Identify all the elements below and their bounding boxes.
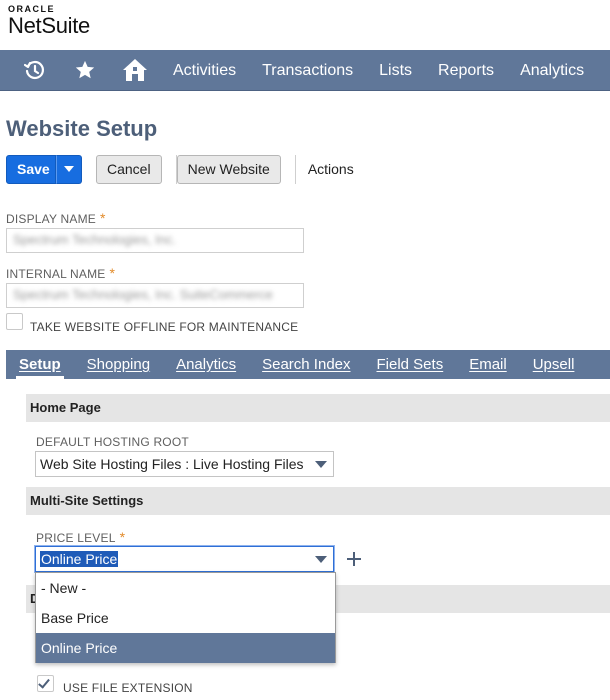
hosting-root-value: Web Site Hosting Files : Live Hosting Fi…	[40, 456, 304, 472]
price-level-label-text: PRICE LEVEL	[36, 531, 116, 545]
tab-setup[interactable]: Setup	[6, 350, 74, 379]
hosting-root-label: DEFAULT HOSTING ROOT	[36, 435, 189, 449]
nav-lists[interactable]: Lists	[366, 50, 425, 91]
subtab-bar: Setup Shopping Analytics Search Index Fi…	[6, 350, 610, 379]
save-button[interactable]: Save	[6, 154, 56, 184]
take-offline-checkbox[interactable]	[6, 313, 23, 330]
display-name-value: Spectrum Technologies, Inc.	[13, 232, 177, 247]
price-level-select[interactable]: Online Price	[35, 546, 334, 572]
use-file-extension-label: USE FILE EXTENSION	[63, 681, 193, 695]
page-title: Website Setup	[6, 116, 158, 141]
price-level-label: PRICE LEVEL *	[36, 529, 125, 545]
required-marker: *	[109, 265, 116, 281]
recent-records-icon[interactable]	[10, 50, 60, 91]
add-price-level-icon[interactable]	[346, 551, 362, 567]
tab-analytics[interactable]: Analytics	[163, 350, 249, 379]
tab-email[interactable]: Email	[456, 350, 520, 379]
tab-field-sets[interactable]: Field Sets	[364, 350, 457, 379]
tab-search-index[interactable]: Search Index	[249, 350, 363, 379]
oracle-netsuite-logo[interactable]: ORACLE NetSuite	[8, 4, 90, 38]
price-level-value: Online Price	[40, 551, 119, 567]
tab-upsell[interactable]: Upsell	[520, 350, 588, 379]
internal-name-input[interactable]: Spectrum Technologies, Inc. SuiteCommerc…	[6, 283, 304, 308]
checkmark-icon	[38, 676, 50, 689]
nav-analytics[interactable]: Analytics	[507, 50, 597, 91]
actions-menu[interactable]: Actions	[296, 155, 366, 184]
cancel-button[interactable]: Cancel	[96, 154, 162, 184]
take-offline-label: TAKE WEBSITE OFFLINE FOR MAINTENANCE	[30, 320, 299, 334]
display-name-label-text: DISPLAY NAME	[6, 212, 96, 226]
chevron-down-icon	[315, 556, 327, 563]
required-marker: *	[119, 529, 126, 545]
dropdown-option-online-price[interactable]: Online Price	[36, 633, 335, 663]
collapsed-section-header-bar	[336, 585, 610, 613]
shortcuts-star-icon[interactable]	[60, 50, 110, 91]
tab-shopping[interactable]: Shopping	[74, 350, 163, 379]
new-website-button[interactable]: New Website	[176, 154, 281, 184]
chevron-down-icon	[315, 461, 327, 468]
internal-name-label-text: INTERNAL NAME	[6, 267, 106, 281]
display-name-input[interactable]: Spectrum Technologies, Inc.	[6, 228, 304, 253]
hosting-root-select[interactable]: Web Site Hosting Files : Live Hosting Fi…	[35, 451, 334, 477]
internal-name-label: INTERNAL NAME *	[6, 265, 115, 281]
use-file-extension-checkbox[interactable]	[37, 675, 54, 692]
nav-reports[interactable]: Reports	[425, 50, 507, 91]
display-name-label: DISPLAY NAME *	[6, 210, 106, 226]
required-marker: *	[100, 210, 106, 226]
multi-site-section-header[interactable]: Multi-Site Settings	[26, 487, 610, 515]
main-nav-bar: Activities Transactions Lists Reports An…	[0, 50, 610, 91]
chevron-down-icon	[64, 166, 74, 172]
nav-activities[interactable]: Activities	[160, 50, 249, 91]
record-toolbar: Save Cancel New Website Actions	[6, 154, 366, 184]
internal-name-value: Spectrum Technologies, Inc. SuiteCommerc…	[13, 287, 273, 302]
dropdown-option-new[interactable]: - New -	[36, 573, 335, 603]
save-options-button[interactable]	[56, 154, 82, 184]
nav-transactions[interactable]: Transactions	[249, 50, 366, 91]
home-page-section-header[interactable]: Home Page	[26, 394, 610, 422]
price-level-dropdown-list: - New - Base Price Online Price	[35, 572, 336, 663]
home-icon[interactable]	[110, 50, 160, 91]
logo-netsuite-text: NetSuite	[8, 13, 90, 38]
dropdown-option-base-price[interactable]: Base Price	[36, 603, 335, 633]
